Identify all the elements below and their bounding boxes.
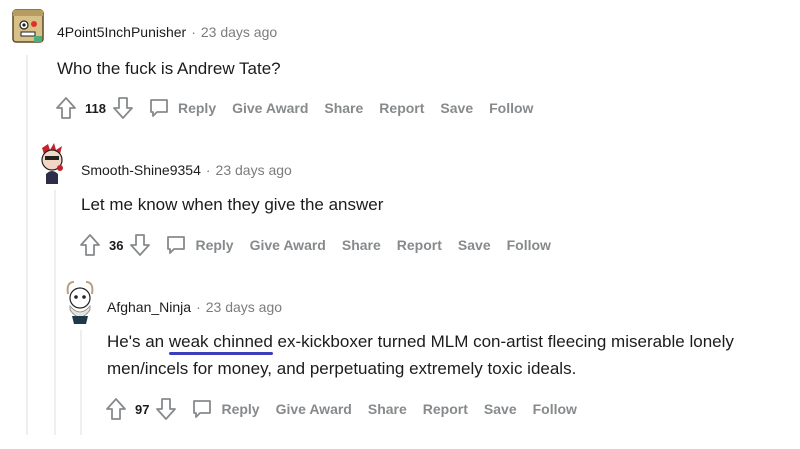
comment-meta: Afghan_Ninja · 23 days ago	[107, 299, 282, 315]
comment-actions: 118 Reply Give Award Share Report Save F…	[55, 94, 533, 122]
vote-group: 118	[55, 96, 134, 120]
avatar[interactable]	[34, 142, 70, 184]
comment-body: Let me know when they give the answer	[81, 195, 384, 214]
reply-label: Reply	[221, 401, 260, 417]
save-button[interactable]: Save	[458, 237, 491, 253]
follow-button[interactable]: Follow	[489, 100, 533, 116]
comment-body: Who the fuck is Andrew Tate?	[57, 59, 281, 78]
vote-score: 97	[135, 401, 150, 417]
timestamp[interactable]: 23 days ago	[206, 299, 282, 315]
reply-label: Reply	[195, 237, 234, 253]
username[interactable]: Afghan_Ninja	[107, 299, 191, 315]
reply-label: Reply	[177, 100, 217, 116]
follow-button[interactable]: Follow	[533, 401, 577, 417]
comment-text-start: He's an	[107, 332, 169, 351]
vote-score: 36	[109, 237, 124, 253]
username[interactable]: Smooth-Shine9354	[81, 162, 201, 178]
downvote-icon[interactable]	[112, 96, 134, 120]
separator: ·	[196, 299, 201, 315]
report-button[interactable]: Report	[397, 237, 442, 253]
give-award-button[interactable]: Give Award	[232, 100, 308, 116]
timestamp[interactable]: 23 days ago	[216, 162, 292, 178]
comment-bubble-icon	[193, 400, 212, 418]
give-award-button[interactable]: Give Award	[250, 237, 326, 253]
share-button[interactable]: Share	[368, 401, 407, 417]
thread-line-level-2[interactable]	[54, 190, 56, 435]
comment-actions: 36 Reply Give Award Share Report Save Fo…	[79, 231, 551, 259]
separator: ·	[205, 162, 211, 178]
comment-bubble-icon	[167, 236, 186, 254]
report-button[interactable]: Report	[423, 401, 468, 417]
vote-group: 36	[79, 233, 151, 257]
share-button[interactable]: Share	[324, 100, 363, 116]
underline-mark	[168, 352, 273, 355]
reply-button[interactable]: Reply	[191, 398, 260, 420]
share-button[interactable]: Share	[342, 237, 381, 253]
avatar[interactable]	[10, 6, 46, 43]
vote-score: 118	[85, 100, 106, 116]
comment-bubble-icon	[150, 99, 168, 117]
comment-body: He's an weak chinned ex-kickboxer turned…	[107, 328, 797, 382]
downvote-icon[interactable]	[129, 233, 151, 257]
upvote-icon[interactable]	[79, 233, 101, 257]
reply-button[interactable]: Reply	[165, 234, 234, 256]
username[interactable]: 4Point5InchPunisher	[57, 24, 186, 40]
upvote-icon[interactable]	[55, 96, 77, 120]
highlighted-text: weak chinned	[168, 332, 273, 351]
timestamp[interactable]: 23 days ago	[201, 24, 277, 40]
upvote-icon[interactable]	[105, 397, 127, 421]
reply-button[interactable]: Reply	[148, 97, 216, 119]
follow-button[interactable]: Follow	[507, 237, 551, 253]
report-button[interactable]: Report	[379, 100, 424, 116]
comment-meta: Smooth-Shine9354 · 23 days ago	[81, 162, 292, 178]
comment-actions: 97 Reply Give Award Share Report Save Fo…	[105, 395, 577, 423]
save-button[interactable]: Save	[440, 100, 473, 116]
vote-group: 97	[105, 397, 177, 421]
thread-line-level-3[interactable]	[80, 330, 82, 435]
thread-line-level-1[interactable]	[26, 55, 28, 435]
comment-meta: 4Point5InchPunisher · 23 days ago	[57, 24, 277, 40]
highlighted-phrase: weak chinned	[168, 332, 273, 355]
save-button[interactable]: Save	[484, 401, 517, 417]
separator: ·	[191, 24, 196, 40]
give-award-button[interactable]: Give Award	[276, 401, 352, 417]
downvote-icon[interactable]	[155, 397, 177, 421]
avatar[interactable]	[62, 280, 98, 324]
